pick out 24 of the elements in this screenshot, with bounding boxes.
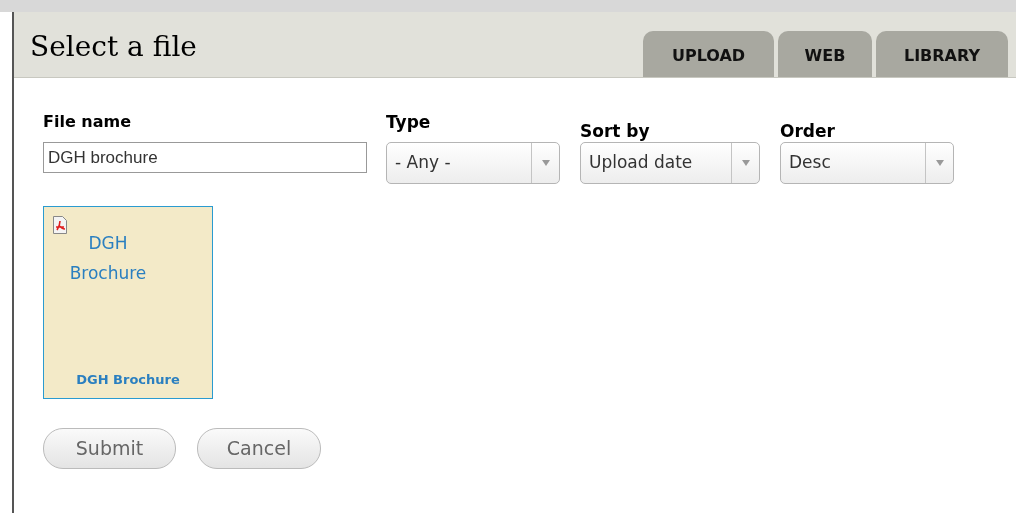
cancel-button[interactable]: Cancel [197,428,321,469]
tab[interactable]: WEB [778,31,872,77]
select-value: - Any - [394,151,452,175]
tab[interactable]: UPLOAD [643,31,774,77]
dropdown-select[interactable]: Desc [780,142,954,184]
dialog-title: Select a file [29,29,197,65]
field-label: Order [780,121,836,141]
file-link[interactable]: DGH Brochure [53,228,163,288]
field-label: Type [386,112,432,132]
tab[interactable]: LIBRARY [876,31,1008,77]
caret-icon [935,160,944,166]
field-label: Sort by [580,121,651,141]
caret-icon [541,160,550,166]
dropdown-select[interactable]: - Any - [386,142,560,184]
file-caption: DGH Brochure [75,370,181,389]
select-value: Desc [788,151,832,175]
dropdown-select[interactable]: Upload date [580,142,760,184]
select-value: Upload date [588,151,694,175]
caret-icon [741,160,750,166]
file-name-input[interactable]: DGH brochure [43,142,367,173]
pdf-file-icon [53,216,67,234]
submit-button[interactable]: Submit [43,428,176,469]
field-label: File name [43,112,133,132]
file-card[interactable]: DGH Brochure DGH Brochure [43,206,213,399]
